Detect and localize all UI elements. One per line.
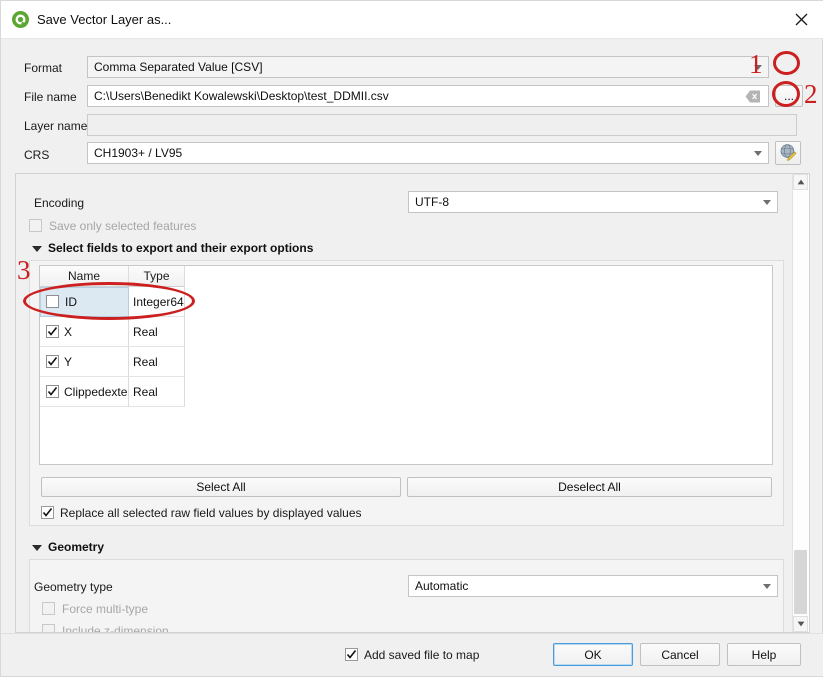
field-type-cell: Real bbox=[129, 377, 185, 407]
column-header-name[interactable]: Name bbox=[40, 266, 129, 287]
format-value: Comma Separated Value [CSV] bbox=[94, 60, 263, 74]
select-crs-button[interactable] bbox=[775, 141, 801, 165]
select-all-label: Select All bbox=[196, 480, 246, 494]
force-multi-type-label: Force multi-type bbox=[62, 602, 149, 616]
table-row[interactable]: Clippedexte Real bbox=[40, 377, 185, 407]
triangle-down-icon[interactable] bbox=[32, 246, 42, 252]
field-name-value: Y bbox=[64, 354, 73, 369]
field-export-checkbox[interactable] bbox=[46, 385, 59, 398]
save-vector-layer-dialog: Save Vector Layer as... Format Comma Sep… bbox=[0, 0, 823, 677]
force-multi-type-checkbox bbox=[42, 602, 55, 615]
title-bar: Save Vector Layer as... bbox=[1, 1, 823, 39]
encoding-value: UTF-8 bbox=[415, 195, 449, 209]
format-label: Format bbox=[24, 61, 63, 75]
field-name-value: X bbox=[64, 324, 73, 339]
layer-name-label: Layer name bbox=[24, 119, 88, 133]
clear-backspace-icon[interactable] bbox=[745, 90, 761, 103]
deselect-all-label: Deselect All bbox=[558, 480, 621, 494]
field-export-checkbox[interactable] bbox=[46, 325, 59, 338]
field-type-value: Real bbox=[133, 384, 158, 399]
crs-label: CRS bbox=[24, 148, 50, 162]
cancel-button[interactable]: Cancel bbox=[640, 643, 720, 666]
field-type-cell: Real bbox=[129, 317, 185, 347]
help-button[interactable]: Help bbox=[727, 643, 801, 666]
options-scrollbar[interactable] bbox=[792, 174, 809, 632]
field-type-cell: Integer64 bbox=[129, 287, 185, 317]
cancel-label: Cancel bbox=[661, 647, 699, 662]
encoding-combobox[interactable]: UTF-8 bbox=[408, 191, 778, 213]
dialog-footer: Add saved file to map OK Cancel Help bbox=[1, 633, 823, 676]
chevron-down-icon bbox=[754, 151, 762, 156]
column-header-type[interactable]: Type bbox=[129, 266, 185, 287]
include-z-dimension-label: Include z-dimension bbox=[62, 624, 169, 633]
browse-file-label: ... bbox=[783, 89, 794, 103]
field-type-value: Integer64 bbox=[133, 294, 184, 309]
field-type-value: Real bbox=[133, 324, 158, 339]
chevron-down-icon bbox=[754, 65, 762, 70]
file-name-value: C:\Users\Benedikt Kowalewski\Desktop\tes… bbox=[94, 89, 389, 103]
add-saved-file-checkbox[interactable] bbox=[345, 648, 358, 661]
crs-combobox[interactable]: CH1903+ / LV95 bbox=[87, 142, 769, 164]
browse-file-button[interactable]: ... bbox=[775, 85, 803, 107]
layer-name-input[interactable] bbox=[87, 114, 797, 136]
scrollbar-thumb[interactable] bbox=[794, 550, 807, 614]
format-combobox[interactable]: Comma Separated Value [CSV] bbox=[87, 56, 769, 78]
field-type-value: Real bbox=[133, 354, 158, 369]
add-saved-file-label: Add saved file to map bbox=[364, 648, 480, 662]
replace-raw-values-label: Replace all selected raw field values by… bbox=[60, 506, 362, 520]
select-all-button[interactable]: Select All bbox=[41, 477, 401, 497]
field-export-checkbox[interactable] bbox=[46, 355, 59, 368]
save-only-selected-label: Save only selected features bbox=[49, 219, 197, 233]
table-row[interactable]: ID Integer64 bbox=[40, 287, 185, 317]
file-name-input[interactable]: C:\Users\Benedikt Kowalewski\Desktop\tes… bbox=[87, 85, 769, 107]
geometry-section-title: Geometry bbox=[48, 540, 105, 554]
deselect-all-button[interactable]: Deselect All bbox=[407, 477, 772, 497]
chevron-down-icon bbox=[763, 200, 771, 205]
triangle-down-icon[interactable] bbox=[32, 545, 42, 551]
geometry-type-label: Geometry type bbox=[34, 580, 113, 594]
help-label: Help bbox=[751, 647, 777, 662]
annotation-circle-1 bbox=[773, 51, 800, 75]
replace-raw-values-checkbox[interactable] bbox=[41, 506, 54, 519]
globe-edit-icon bbox=[779, 143, 797, 164]
annotation-marker-2: 2 bbox=[804, 79, 818, 109]
field-name-value: Clippedexte bbox=[64, 384, 128, 399]
save-only-selected-checkbox bbox=[29, 219, 42, 232]
include-z-dimension-checkbox bbox=[42, 624, 55, 632]
field-type-cell: Real bbox=[129, 347, 185, 377]
encoding-label: Encoding bbox=[34, 196, 85, 210]
dialog-title: Save Vector Layer as... bbox=[37, 12, 172, 27]
chevron-down-icon bbox=[763, 584, 771, 589]
fields-table: Name Type ID Integer64 X Real Y Real Cli… bbox=[39, 265, 773, 465]
qgis-logo-icon bbox=[11, 10, 30, 29]
fields-section-title: Select fields to export and their export… bbox=[48, 241, 314, 255]
file-name-label: File name bbox=[24, 90, 77, 104]
geometry-type-combobox[interactable]: Automatic bbox=[408, 575, 778, 597]
geometry-type-value: Automatic bbox=[415, 579, 469, 593]
scroll-up-arrow-icon[interactable] bbox=[793, 174, 808, 190]
crs-value: CH1903+ / LV95 bbox=[94, 146, 183, 160]
field-export-checkbox[interactable] bbox=[46, 295, 59, 308]
ok-button[interactable]: OK bbox=[553, 643, 633, 666]
scroll-down-arrow-icon[interactable] bbox=[793, 616, 808, 632]
field-name-value: ID bbox=[65, 295, 77, 309]
table-row[interactable]: Y Real bbox=[40, 347, 185, 377]
table-row[interactable]: X Real bbox=[40, 317, 185, 347]
close-icon[interactable] bbox=[778, 1, 823, 37]
ok-label: OK bbox=[584, 647, 602, 662]
